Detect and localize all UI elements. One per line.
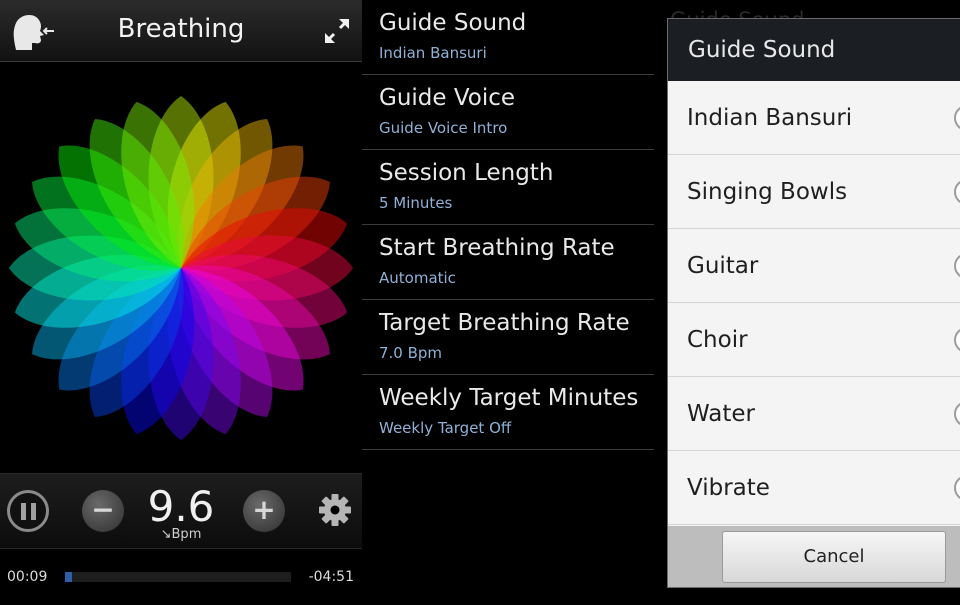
option-label: Singing Bowls: [687, 179, 848, 205]
option-label: Water: [687, 401, 755, 427]
option-label: Indian Bansuri: [687, 105, 853, 131]
guide-sound-dialog: Guide Sound Indian Bansuri Singing Bowls…: [667, 18, 960, 588]
setting-title: Weekly Target Minutes: [379, 385, 639, 411]
option-label: Guitar: [687, 253, 759, 279]
setting-session-length[interactable]: Session Length 5 Minutes: [362, 150, 654, 225]
setting-title: Guide Sound: [379, 10, 527, 36]
setting-title: Target Breathing Rate: [379, 310, 630, 336]
minus-icon: −: [91, 493, 115, 526]
player-header: Breathing: [0, 0, 362, 62]
guide-sound-dialog-screen: Guide Sound Guide Sound Indian Bansuri S…: [654, 0, 960, 605]
gear-icon[interactable]: [318, 493, 352, 527]
increase-rate-button[interactable]: +: [243, 490, 285, 532]
option-label: Choir: [687, 327, 748, 353]
pause-button[interactable]: [7, 490, 49, 532]
setting-value: Weekly Target Off: [379, 419, 512, 437]
setting-title: Guide Voice: [379, 85, 516, 111]
setting-title: Start Breathing Rate: [379, 235, 615, 261]
elapsed-time: 00:09: [7, 569, 48, 585]
option-indian-bansuri[interactable]: Indian Bansuri: [668, 81, 960, 155]
page-title: Breathing: [117, 14, 245, 44]
remaining-time: -04:51: [308, 569, 354, 585]
radio-button[interactable]: [954, 475, 960, 501]
setting-target-breathing-rate[interactable]: Target Breathing Rate 7.0 Bpm: [362, 300, 654, 375]
dialog-footer: Cancel: [668, 526, 960, 587]
plus-icon: +: [252, 493, 276, 526]
option-vibrate[interactable]: Vibrate: [668, 451, 960, 525]
breathing-rate-unit: ↘Bpm: [160, 527, 202, 542]
option-water[interactable]: Water: [668, 377, 960, 451]
option-guitar[interactable]: Guitar: [668, 229, 960, 303]
session-progress-bar[interactable]: [65, 572, 291, 582]
setting-value: Guide Voice Intro: [379, 119, 508, 137]
radio-button[interactable]: [954, 327, 960, 353]
setting-value: Automatic: [379, 269, 456, 287]
option-choir[interactable]: Choir: [668, 303, 960, 377]
dialog-header: Guide Sound: [668, 19, 960, 81]
dialog-option-list: Indian Bansuri Singing Bowls Guitar Choi…: [668, 81, 960, 526]
session-progress-row: 00:09 -04:51: [0, 562, 362, 592]
radio-button[interactable]: [954, 253, 960, 279]
breathing-flower-visual: [9, 96, 353, 440]
cancel-button[interactable]: Cancel: [722, 531, 946, 583]
radio-button[interactable]: [954, 401, 960, 427]
breathing-rate-value: 9.6: [147, 482, 215, 531]
setting-value: 5 Minutes: [379, 194, 453, 212]
decrease-rate-button[interactable]: −: [82, 490, 124, 532]
dialog-title: Guide Sound: [688, 37, 836, 63]
setting-value: 7.0 Bpm: [379, 344, 443, 362]
settings-list: Guide Sound Indian Bansuri Guide Voice G…: [362, 0, 654, 605]
expand-icon[interactable]: [322, 16, 352, 46]
setting-guide-sound[interactable]: Guide Sound Indian Bansuri: [362, 0, 654, 75]
radio-button[interactable]: [954, 105, 960, 131]
setting-value: Indian Bansuri: [379, 44, 487, 62]
breathing-player-panel: Breathing − + 9.6 ↘Bpm 00:09 -04:51: [0, 0, 362, 605]
session-progress-fill: [65, 572, 72, 582]
setting-start-breathing-rate[interactable]: Start Breathing Rate Automatic: [362, 225, 654, 300]
option-label: Vibrate: [687, 475, 770, 501]
option-singing-bowls[interactable]: Singing Bowls: [668, 155, 960, 229]
setting-title: Session Length: [379, 160, 554, 186]
radio-button[interactable]: [954, 179, 960, 205]
setting-weekly-target-minutes[interactable]: Weekly Target Minutes Weekly Target Off: [362, 375, 654, 450]
setting-guide-voice[interactable]: Guide Voice Guide Voice Intro: [362, 75, 654, 150]
